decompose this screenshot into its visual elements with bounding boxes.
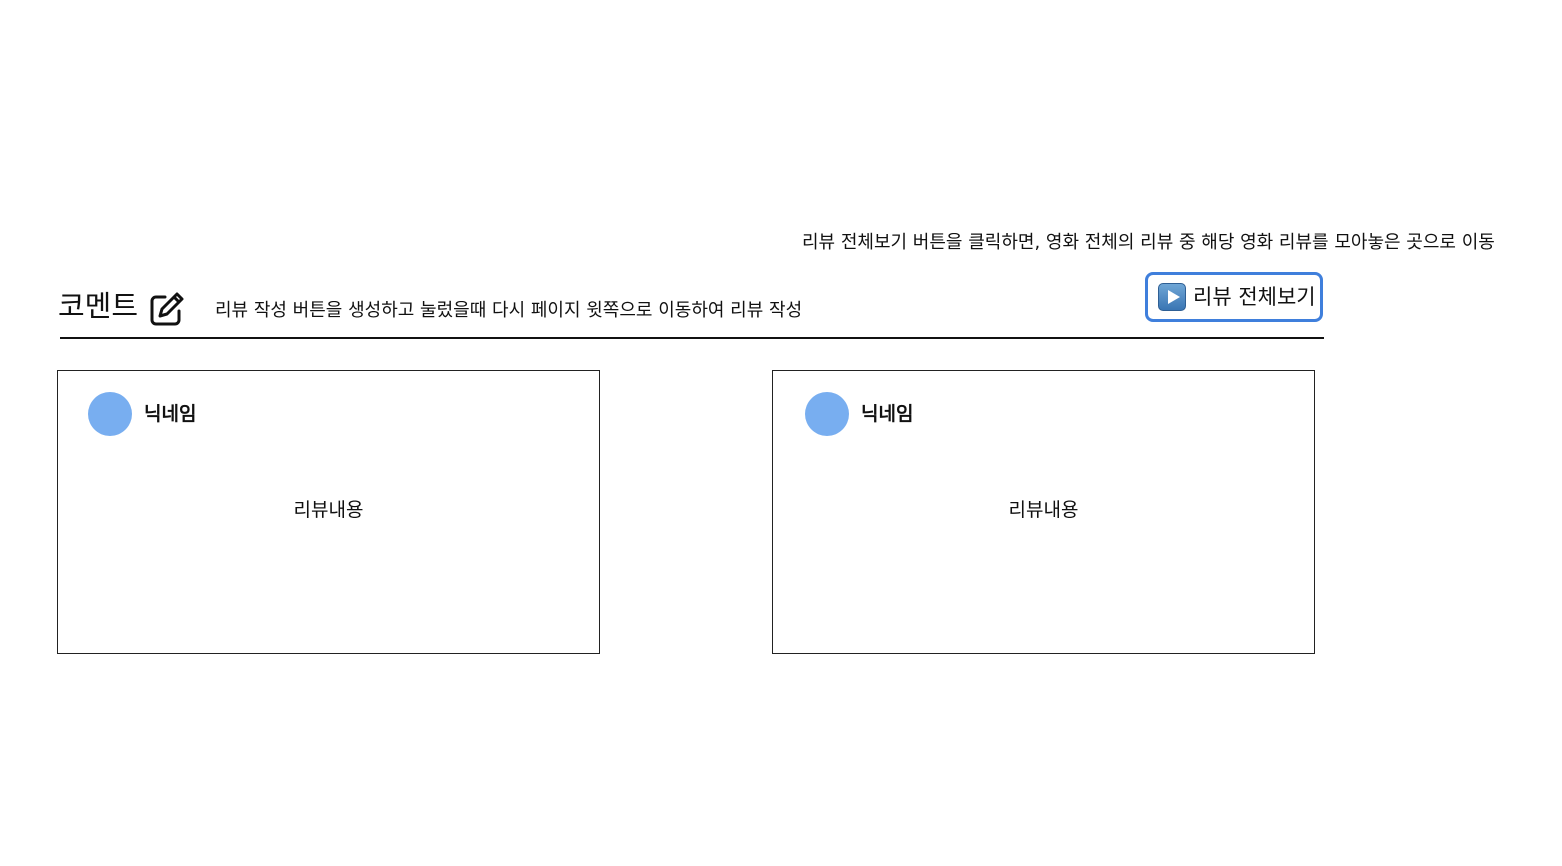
review-card[interactable]: 닉네임 리뷰내용 <box>57 370 600 654</box>
pencil-square-icon[interactable] <box>148 290 186 328</box>
section-divider <box>60 337 1324 339</box>
review-nickname: 닉네임 <box>144 403 197 425</box>
view-all-annotation: 리뷰 전체보기 버튼을 클릭하면, 영화 전체의 리뷰 중 해당 영화 리뷰를 … <box>802 232 1495 253</box>
review-content: 리뷰내용 <box>1008 499 1079 521</box>
avatar <box>88 392 132 436</box>
view-all-reviews-label: 리뷰 전체보기 <box>1193 285 1316 309</box>
avatar <box>805 392 849 436</box>
section-title: 코멘트 <box>58 289 139 323</box>
review-nickname: 닉네임 <box>861 403 914 425</box>
play-button-icon <box>1158 283 1186 311</box>
review-card[interactable]: 닉네임 리뷰내용 <box>772 370 1315 654</box>
view-all-reviews-button[interactable]: 리뷰 전체보기 <box>1145 272 1323 322</box>
review-content: 리뷰내용 <box>293 499 364 521</box>
write-review-annotation: 리뷰 작성 버튼을 생성하고 눌렀을때 다시 페이지 윗쪽으로 이동하여 리뷰 … <box>215 300 803 321</box>
